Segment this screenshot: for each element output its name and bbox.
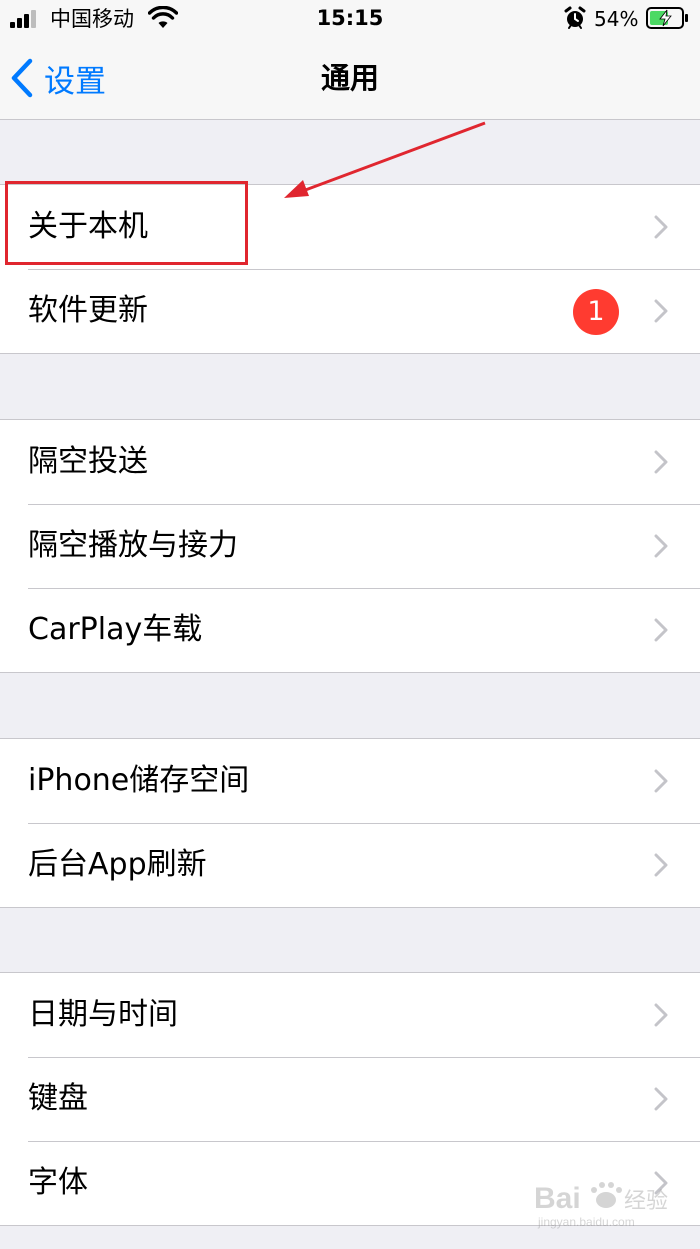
- settings-group-4: 日期与时间 键盘 字体: [0, 972, 700, 1226]
- chevron-right-icon: [654, 853, 668, 877]
- settings-group-3: iPhone储存空间 后台App刷新: [0, 738, 700, 908]
- list-item-about[interactable]: 关于本机: [0, 185, 700, 269]
- settings-group-1: 关于本机 软件更新 1: [0, 184, 700, 354]
- chevron-right-icon: [654, 215, 668, 239]
- status-bar: 中国移动 15:15 54%: [0, 0, 700, 40]
- list-item-label: 后台App刷新: [28, 847, 207, 882]
- list-item-label: 日期与时间: [28, 997, 178, 1032]
- chevron-right-icon: [654, 450, 668, 474]
- list-item-fonts[interactable]: 字体: [0, 1141, 700, 1225]
- list-item-label: 隔空投送: [28, 444, 148, 479]
- chevron-right-icon: [654, 1087, 668, 1111]
- list-item-label: iPhone储存空间: [28, 763, 250, 798]
- notification-badge: 1: [573, 289, 619, 335]
- list-item-background-app-refresh[interactable]: 后台App刷新: [0, 823, 700, 907]
- list-item-iphone-storage[interactable]: iPhone储存空间: [0, 739, 700, 823]
- chevron-right-icon: [654, 299, 668, 323]
- list-item-label: 软件更新: [28, 293, 148, 328]
- settings-group-2: 隔空投送 隔空播放与接力 CarPlay车载: [0, 419, 700, 673]
- list-item-software-update[interactable]: 软件更新 1: [0, 269, 700, 353]
- list-item-airdrop[interactable]: 隔空投送: [0, 420, 700, 504]
- chevron-right-icon: [654, 618, 668, 642]
- chevron-right-icon: [654, 769, 668, 793]
- list-item-carplay[interactable]: CarPlay车载: [0, 588, 700, 672]
- list-item-label: 字体: [28, 1165, 88, 1200]
- chevron-right-icon: [654, 1171, 668, 1195]
- chevron-right-icon: [654, 534, 668, 558]
- list-item-date-time[interactable]: 日期与时间: [0, 973, 700, 1057]
- list-item-airplay-handoff[interactable]: 隔空播放与接力: [0, 504, 700, 588]
- list-item-label: CarPlay车载: [28, 612, 203, 647]
- list-item-label: 隔空播放与接力: [28, 528, 238, 563]
- list-item-keyboard[interactable]: 键盘: [0, 1057, 700, 1141]
- list-item-label: 关于本机: [28, 209, 148, 244]
- alarm-icon: [564, 6, 586, 29]
- chevron-right-icon: [654, 1003, 668, 1027]
- page-title: 通用: [320, 61, 379, 95]
- battery-percent: 54%: [594, 7, 639, 31]
- list-item-label: 键盘: [28, 1081, 88, 1116]
- battery-charging-icon: [646, 7, 688, 29]
- navigation-bar: 设置 通用: [0, 40, 700, 120]
